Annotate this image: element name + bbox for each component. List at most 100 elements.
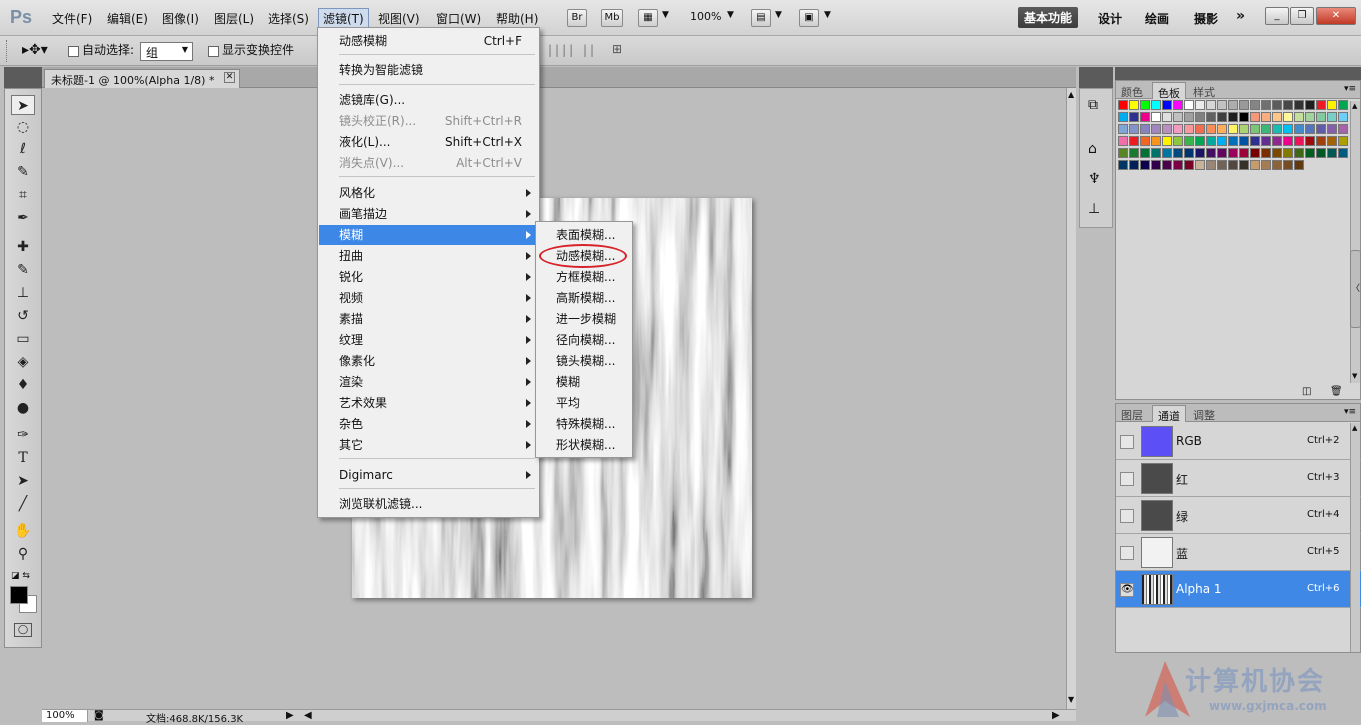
color-swatch[interactable]	[1261, 148, 1271, 158]
color-swatch[interactable]	[1184, 112, 1194, 122]
color-swatch[interactable]	[1118, 100, 1128, 110]
document-tab[interactable]: 未标题-1 @ 100%(Alpha 1/8) * ✕	[44, 69, 240, 88]
color-swatch[interactable]	[1140, 124, 1150, 134]
color-swatch[interactable]	[1129, 148, 1139, 158]
color-swatch[interactable]	[1140, 136, 1150, 146]
filter-convert-smart[interactable]: 转换为智能滤镜	[339, 60, 522, 80]
color-swatch[interactable]	[1129, 112, 1139, 122]
color-swatch[interactable]	[1283, 148, 1293, 158]
color-swatch[interactable]	[1294, 160, 1304, 170]
marquee-tool-icon[interactable]: ◌	[11, 117, 35, 137]
color-swatch[interactable]	[1316, 124, 1326, 134]
color-swatch[interactable]	[1327, 136, 1337, 146]
color-swatch[interactable]	[1173, 112, 1183, 122]
menu-layer[interactable]: 图层(L)	[214, 10, 254, 27]
color-swatch[interactable]	[1206, 124, 1216, 134]
scroll-right-icon[interactable]: ▶	[1052, 710, 1060, 721]
color-swatch[interactable]	[1294, 100, 1304, 110]
path-select-icon[interactable]: ➤	[11, 471, 35, 491]
color-swatch[interactable]	[1283, 160, 1293, 170]
color-swatch[interactable]	[1327, 148, 1337, 158]
color-swatch[interactable]	[1228, 124, 1238, 134]
filter-digimarc[interactable]: Digimarc	[339, 465, 539, 485]
color-swatch[interactable]	[1239, 136, 1249, 146]
color-swatch[interactable]	[1272, 136, 1282, 146]
bridge-button[interactable]: Br	[567, 9, 587, 27]
color-swatch[interactable]	[1162, 124, 1172, 134]
workspace-design[interactable]: 设计	[1098, 10, 1122, 27]
color-swatch[interactable]	[1118, 148, 1128, 158]
tab-adjustments[interactable]: 调整	[1188, 405, 1220, 422]
color-swatch[interactable]	[1272, 112, 1282, 122]
filter-last-motion-blur[interactable]: 动感模糊 Ctrl+F	[339, 31, 522, 51]
color-swatch[interactable]	[1173, 148, 1183, 158]
color-swatch[interactable]	[1140, 112, 1150, 122]
swatches-scrollbar[interactable]: ▲ ▼	[1350, 101, 1360, 383]
color-swatch[interactable]	[1239, 148, 1249, 158]
color-swatch[interactable]	[1206, 112, 1216, 122]
panel-menu-icon[interactable]: ▾≡	[1344, 407, 1356, 417]
text-tool-icon[interactable]: T	[11, 448, 35, 468]
healing-brush-icon[interactable]: ✚	[11, 237, 35, 257]
color-swatch[interactable]	[1283, 124, 1293, 134]
visibility-toggle[interactable]	[1120, 546, 1134, 560]
visibility-toggle[interactable]	[1120, 509, 1134, 523]
color-swatch[interactable]	[1305, 148, 1315, 158]
color-swatch[interactable]	[1173, 100, 1183, 110]
color-swatch[interactable]	[1261, 136, 1271, 146]
vertical-scrollbar[interactable]: ▲ ▼	[1066, 88, 1076, 709]
color-swatch[interactable]	[1162, 136, 1172, 146]
filter-noise[interactable]: 杂色	[339, 414, 539, 434]
color-swatch[interactable]	[1217, 124, 1227, 134]
pen-tool-icon[interactable]: ✑	[11, 425, 35, 445]
color-swatch[interactable]	[1151, 160, 1161, 170]
chevron-down-icon[interactable]: ▼	[662, 10, 669, 20]
hand-tool-icon[interactable]: ✋	[11, 521, 35, 541]
color-swatch[interactable]	[1140, 100, 1150, 110]
color-swatch[interactable]	[1316, 148, 1326, 158]
color-swatch[interactable]	[1327, 112, 1337, 122]
color-swatch[interactable]	[1217, 160, 1227, 170]
trash-icon[interactable]: 🗑	[1330, 386, 1343, 397]
color-swatch[interactable]	[1327, 124, 1337, 134]
color-swatch[interactable]	[1129, 136, 1139, 146]
arrange-documents-icon[interactable]: ▤	[751, 9, 771, 27]
color-swatch[interactable]	[1272, 100, 1282, 110]
color-swatch[interactable]	[1261, 124, 1271, 134]
clone-source-icon[interactable]: ♆	[1088, 171, 1101, 187]
color-swatch[interactable]	[1272, 160, 1282, 170]
blur-plain[interactable]: 模糊	[556, 372, 580, 392]
filter-distort[interactable]: 扭曲	[339, 246, 539, 266]
color-swatch[interactable]	[1338, 124, 1348, 134]
color-swatch[interactable]	[1162, 100, 1172, 110]
color-swatch[interactable]	[1228, 112, 1238, 122]
color-swatch[interactable]	[1184, 160, 1194, 170]
filter-sharpen[interactable]: 锐化	[339, 267, 539, 287]
color-swatch[interactable]	[1184, 100, 1194, 110]
blur-radial[interactable]: 径向模糊...	[556, 330, 615, 350]
color-swatch[interactable]	[1228, 148, 1238, 158]
visibility-toggle[interactable]	[1120, 435, 1134, 449]
eraser-tool-icon[interactable]: ▭	[11, 329, 35, 349]
chevron-down-icon[interactable]: ▼	[727, 10, 734, 20]
color-swatch[interactable]	[1294, 136, 1304, 146]
color-swatch[interactable]	[1316, 100, 1326, 110]
menu-view[interactable]: 视图(V)	[378, 10, 420, 27]
scroll-down-icon[interactable]: ▼	[1352, 372, 1357, 380]
blur-tool-icon[interactable]: ♦	[11, 375, 35, 395]
brush-preset-icon[interactable]: ⌂	[1088, 141, 1097, 157]
color-swatch[interactable]	[1327, 100, 1337, 110]
color-swatch[interactable]	[1162, 160, 1172, 170]
filter-brush-strokes[interactable]: 画笔描边	[339, 204, 539, 224]
workspace-photography[interactable]: 摄影	[1194, 10, 1218, 27]
color-swatch[interactable]	[1151, 124, 1161, 134]
color-swatch[interactable]	[1228, 160, 1238, 170]
menu-select[interactable]: 选择(S)	[268, 10, 309, 27]
blur-smart[interactable]: 特殊模糊...	[556, 414, 615, 434]
menu-window[interactable]: 窗口(W)	[436, 10, 481, 27]
zoom-level[interactable]: 100%	[690, 10, 721, 23]
color-swatch[interactable]	[1294, 148, 1304, 158]
color-swatch[interactable]	[1305, 136, 1315, 146]
color-swatch[interactable]	[1338, 148, 1348, 158]
color-swatch[interactable]	[1206, 148, 1216, 158]
